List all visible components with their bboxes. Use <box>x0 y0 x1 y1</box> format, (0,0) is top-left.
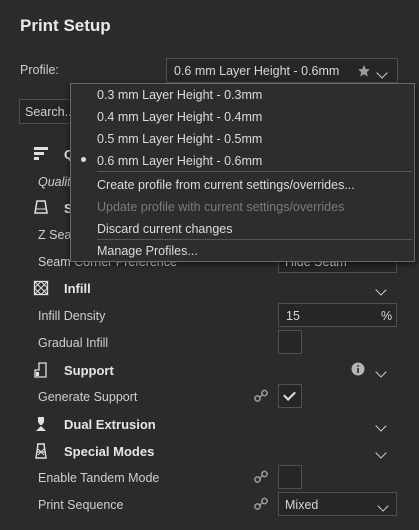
infill-icon <box>33 280 49 296</box>
print-sequence-value: Mixed <box>285 498 319 512</box>
menu-item-profile-0.5[interactable]: 0.5 mm Layer Height - 0.5mm <box>97 132 262 146</box>
special-modes-icon <box>35 443 47 459</box>
panel-title: Print Setup <box>20 16 111 35</box>
infill-density-label: Infill Density <box>38 309 106 323</box>
generate-support-label: Generate Support <box>38 390 138 404</box>
tandem-mode-label: Enable Tandem Mode <box>38 471 160 485</box>
menu-item-profile-0.3[interactable]: 0.3 mm Layer Height - 0.3mm <box>97 88 262 102</box>
print-sequence-select[interactable]: Mixed <box>278 492 397 516</box>
search-placeholder: Search... <box>25 105 76 119</box>
info-icon[interactable] <box>351 362 365 376</box>
gradual-infill-checkbox[interactable] <box>278 330 302 354</box>
menu-separator <box>97 171 412 172</box>
infill-density-unit: % <box>381 309 393 323</box>
dual-extrusion-collapse-icon[interactable] <box>375 418 387 433</box>
quality-sub: Qualit <box>38 175 71 189</box>
section-special-modes[interactable]: Special Modes <box>64 444 154 459</box>
support-collapse-icon[interactable] <box>375 364 387 379</box>
infill-density-value: 15 <box>286 309 300 323</box>
menu-item-create-profile[interactable]: Create profile from current settings/ove… <box>97 178 355 192</box>
menu-separator <box>97 239 412 240</box>
tandem-mode-checkbox[interactable] <box>278 465 302 489</box>
selected-bullet-icon <box>81 157 86 162</box>
chevron-down-icon[interactable] <box>376 65 388 80</box>
zseam-label: Z Sea <box>38 228 72 242</box>
infill-density-field[interactable]: 15 % <box>278 303 397 327</box>
support-icon <box>34 362 47 378</box>
menu-item-discard-changes[interactable]: Discard current changes <box>97 222 232 236</box>
dual-extrusion-icon <box>36 417 46 431</box>
section-infill[interactable]: Infill <box>64 281 91 296</box>
generate-support-checkbox[interactable] <box>278 384 302 408</box>
chevron-down-icon <box>377 498 389 513</box>
section-support[interactable]: Support <box>64 363 114 378</box>
shell-icon <box>34 200 48 214</box>
star-icon[interactable] <box>357 64 371 78</box>
section-dual-extrusion[interactable]: Dual Extrusion <box>64 417 156 432</box>
gradual-infill-label: Gradual Infill <box>38 336 109 350</box>
quality-icon <box>34 147 48 160</box>
menu-item-update-profile: Update profile with current settings/ove… <box>97 200 345 214</box>
special-modes-collapse-icon[interactable] <box>375 445 387 460</box>
print-sequence-label: Print Sequence <box>38 498 124 512</box>
profile-select[interactable]: 0.6 mm Layer Height - 0.6mm <box>166 58 398 83</box>
link-icon[interactable] <box>254 497 268 511</box>
menu-item-profile-0.6[interactable]: 0.6 mm Layer Height - 0.6mm <box>97 154 262 168</box>
menu-item-manage-profiles[interactable]: Manage Profiles... <box>97 244 198 258</box>
link-icon[interactable] <box>254 470 268 484</box>
infill-collapse-icon[interactable] <box>375 282 387 297</box>
profile-dropdown-menu: 0.3 mm Layer Height - 0.3mm 0.4 mm Layer… <box>70 83 415 262</box>
link-icon[interactable] <box>254 389 268 403</box>
profile-select-value: 0.6 mm Layer Height - 0.6mm <box>174 64 340 78</box>
checkmark-icon <box>283 388 296 401</box>
profile-label: Profile: <box>20 63 59 77</box>
menu-item-profile-0.4[interactable]: 0.4 mm Layer Height - 0.4mm <box>97 110 262 124</box>
